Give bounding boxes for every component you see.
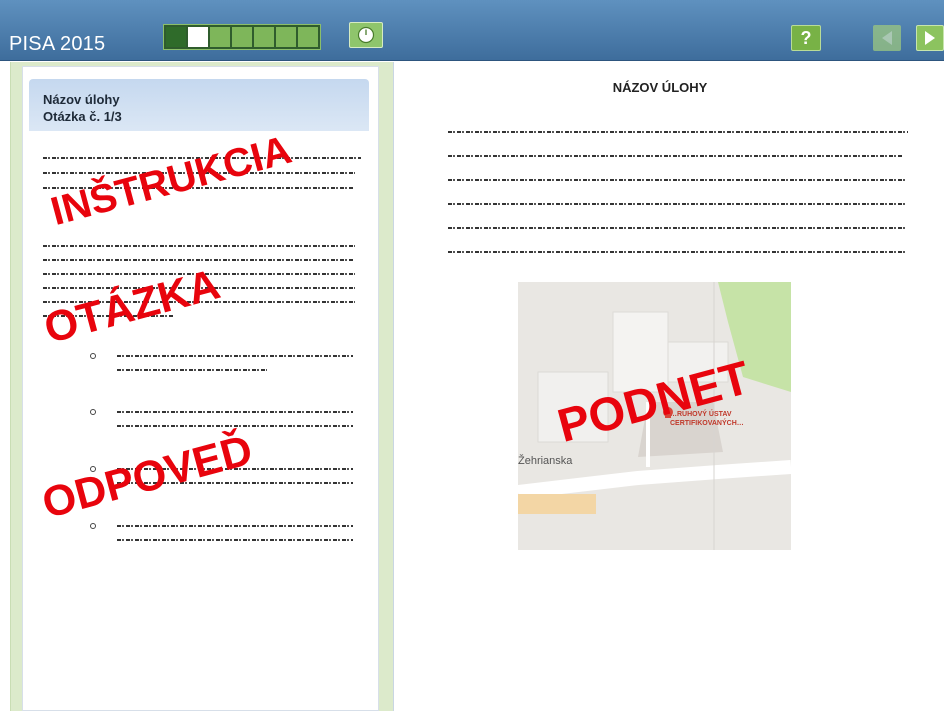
- clock-icon: [357, 26, 375, 44]
- app-title: PISA 2015: [9, 33, 106, 55]
- stimulus-text-line: [448, 251, 906, 253]
- stimulus-text-line: [448, 203, 906, 205]
- timer-button[interactable]: [349, 22, 383, 48]
- progress-segment: [254, 27, 274, 47]
- answer-option-text[interactable]: [117, 425, 353, 427]
- stimulus-text-line: [448, 131, 908, 133]
- top-toolbar: PISA 2015 ?: [0, 0, 944, 61]
- previous-button[interactable]: [873, 25, 901, 51]
- task-title: Názov úlohy: [43, 92, 120, 107]
- progress-segment: [232, 27, 252, 47]
- stimulus-text-line: [448, 155, 903, 157]
- answer-option-text[interactable]: [117, 411, 353, 413]
- answer-option-radio[interactable]: [90, 523, 96, 529]
- progress-segment: [210, 27, 230, 47]
- progress-segment: [276, 27, 296, 47]
- stimulus-title: NÁZOV ÚLOHY: [612, 80, 708, 95]
- panel-divider: [393, 62, 394, 711]
- arrow-right-icon: [925, 31, 935, 45]
- answer-option-text[interactable]: [117, 539, 353, 541]
- question-number: Otázka č. 1/3: [43, 109, 122, 124]
- answer-option-text[interactable]: [117, 355, 353, 357]
- next-button[interactable]: [916, 25, 944, 51]
- stimulus-text-line: [448, 227, 905, 229]
- progress-segment: [298, 27, 318, 47]
- question-text-line: [43, 259, 353, 261]
- question-text-line: [43, 245, 355, 247]
- progress-segment-current: [188, 27, 208, 47]
- answer-option-text[interactable]: [117, 369, 267, 371]
- progress-bar: [163, 24, 321, 50]
- stimulus-text-line: [448, 179, 906, 181]
- answer-option-radio[interactable]: [90, 409, 96, 415]
- help-button[interactable]: ?: [791, 25, 821, 51]
- map-street-label: Žehrianska: [518, 455, 573, 467]
- answer-option-radio[interactable]: [90, 353, 96, 359]
- progress-segment: [166, 27, 186, 47]
- arrow-left-icon: [882, 31, 892, 45]
- answer-option-text[interactable]: [117, 525, 353, 527]
